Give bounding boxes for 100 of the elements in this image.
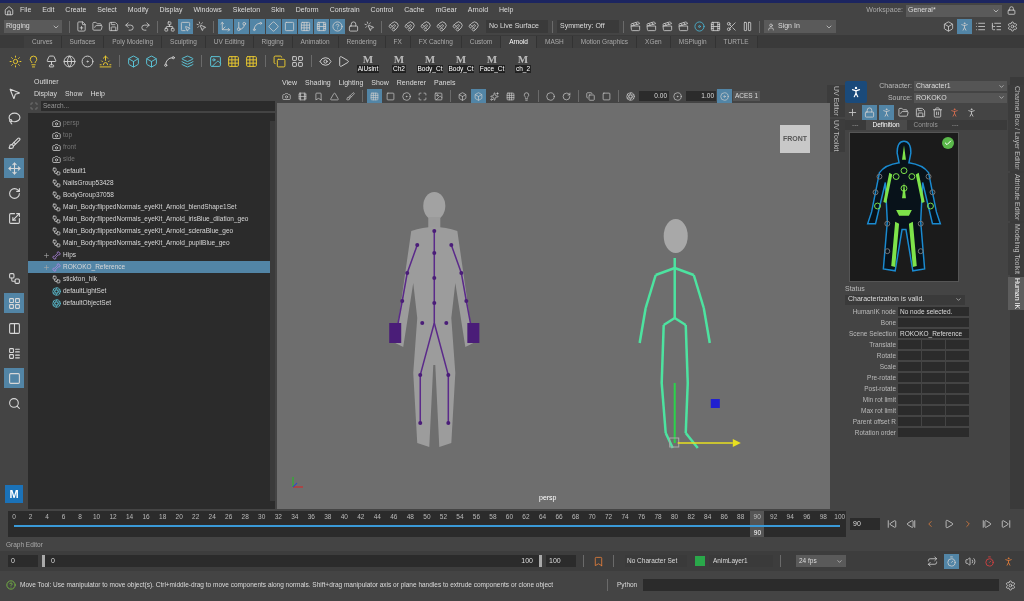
snap-live-icon[interactable] (466, 19, 481, 34)
render-view-icon[interactable] (708, 19, 723, 34)
grid-icon[interactable] (290, 53, 305, 69)
checker-icon[interactable] (244, 53, 259, 69)
axes-icon[interactable] (218, 19, 233, 34)
attribute-field[interactable] (922, 373, 945, 382)
attribute-field[interactable] (946, 373, 969, 382)
attribute-field[interactable] (898, 417, 921, 426)
humanik-logo-icon[interactable] (845, 81, 867, 103)
attribute-field[interactable] (922, 417, 945, 426)
settings-icon[interactable] (1005, 19, 1020, 34)
delete-icon[interactable] (930, 104, 945, 120)
attribute-field[interactable] (898, 395, 921, 404)
attribute-field[interactable] (898, 373, 921, 382)
diamond-icon[interactable] (266, 19, 281, 34)
user-icon (767, 22, 775, 31)
film-icon[interactable] (314, 19, 329, 34)
cube-icon[interactable] (941, 19, 956, 34)
curve-icon[interactable] (250, 19, 265, 34)
globe-icon[interactable] (62, 53, 77, 69)
branch-icon[interactable] (234, 19, 249, 34)
command-line-field[interactable] (643, 579, 999, 591)
render-sequence-icon[interactable] (644, 19, 659, 34)
rigged-skeleton-drawing[interactable] (638, 219, 741, 449)
pick-icon[interactable] (362, 19, 377, 34)
attribute-field[interactable] (922, 395, 945, 404)
attribute-field[interactable] (898, 318, 969, 327)
play-icon[interactable] (336, 53, 351, 69)
checker-icon[interactable] (226, 53, 241, 69)
expand-icon[interactable] (42, 251, 50, 259)
square-icon[interactable] (282, 19, 297, 34)
cut-icon[interactable] (724, 19, 739, 34)
axis-icon (292, 476, 304, 488)
camera-icon (52, 118, 61, 128)
app-logo-icon[interactable]: M (5, 485, 23, 503)
image-icon[interactable] (208, 53, 223, 69)
camera-icon (52, 154, 61, 164)
cube-icon[interactable] (126, 53, 141, 69)
figure-icon[interactable] (957, 19, 972, 34)
render-settings-icon[interactable] (676, 19, 691, 34)
attribute-field[interactable] (922, 406, 945, 415)
shading-icon[interactable] (471, 88, 486, 104)
select-component-icon[interactable] (194, 19, 209, 34)
attribute-field[interactable] (898, 406, 921, 415)
attribute-field[interactable] (898, 428, 969, 437)
snap-projected-icon[interactable] (434, 19, 449, 34)
lock-icon[interactable] (1007, 6, 1016, 15)
attribute-field[interactable] (898, 362, 921, 371)
undo-icon[interactable] (122, 19, 137, 34)
cube-icon[interactable] (144, 53, 159, 69)
timer-icon[interactable] (944, 553, 959, 569)
attribute-field[interactable] (922, 340, 945, 349)
sun-icon[interactable] (8, 53, 23, 69)
joint-icon (52, 262, 61, 272)
snap-curve-icon[interactable] (402, 19, 417, 34)
ipr-icon[interactable] (660, 19, 675, 34)
new-file-icon[interactable] (74, 19, 89, 34)
grid-icon[interactable] (298, 19, 313, 34)
attribute-field[interactable] (946, 384, 969, 393)
move-icon[interactable] (4, 158, 24, 178)
render-icon[interactable] (628, 19, 643, 34)
attribute-field[interactable] (898, 384, 921, 393)
attribute-field[interactable] (898, 340, 921, 349)
snap-grid-icon[interactable] (386, 19, 401, 34)
hierarchy-icon[interactable] (162, 19, 177, 34)
camera-icon (52, 130, 61, 140)
attribute-field[interactable] (946, 395, 969, 404)
attribute-field[interactable] (946, 351, 969, 360)
auto-key-icon[interactable] (982, 553, 997, 569)
folder-icon[interactable] (90, 19, 105, 34)
lock-icon[interactable] (346, 19, 361, 34)
scrollbar[interactable] (270, 121, 275, 501)
help-icon (6, 580, 16, 590)
attribute-field[interactable] (922, 362, 945, 371)
display-icon[interactable] (367, 88, 382, 104)
sunrise-icon[interactable] (98, 53, 113, 69)
script-editor-icon[interactable] (1003, 577, 1018, 593)
attribute-field[interactable] (946, 417, 969, 426)
circle-icon[interactable] (80, 53, 95, 69)
loop-icon[interactable] (925, 553, 940, 569)
lamp-icon[interactable] (44, 53, 59, 69)
snap-point-icon[interactable] (418, 19, 433, 34)
attribute-field[interactable] (922, 384, 945, 393)
attribute-field[interactable] (946, 340, 969, 349)
redo-icon[interactable] (138, 19, 153, 34)
lock-icon[interactable] (862, 104, 877, 120)
attribute-field[interactable] (898, 351, 921, 360)
snap-plane-icon[interactable] (450, 19, 465, 34)
save-icon[interactable] (106, 19, 121, 34)
attribute-field[interactable] (922, 351, 945, 360)
layout-icon[interactable] (4, 293, 24, 313)
skeleton-icon[interactable] (879, 104, 894, 120)
home-icon[interactable] (4, 5, 14, 16)
single-view-icon[interactable] (4, 368, 24, 388)
attribute-field[interactable] (946, 406, 969, 415)
camera-icon (52, 142, 61, 152)
attribute-field[interactable] (946, 362, 969, 371)
curve-icon[interactable] (162, 53, 177, 69)
layers-icon[interactable] (180, 53, 195, 69)
copy-icon[interactable] (272, 53, 287, 69)
